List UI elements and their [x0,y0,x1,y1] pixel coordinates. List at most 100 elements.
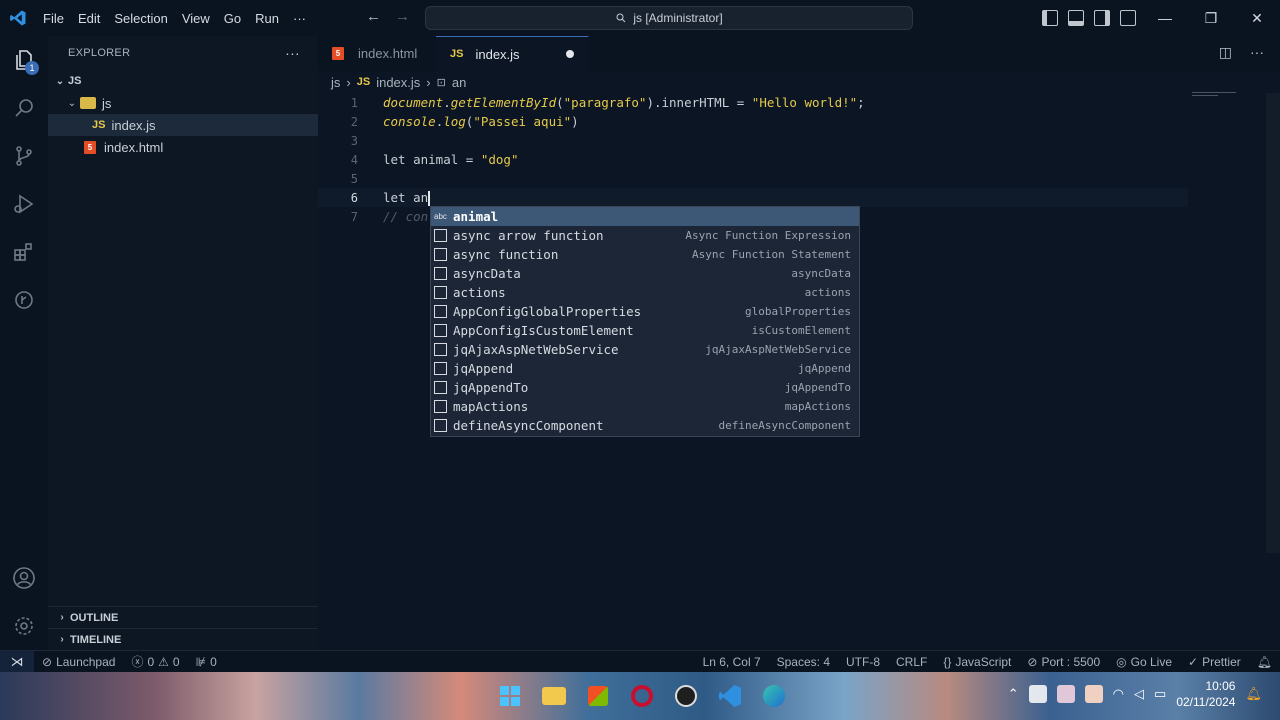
code-token: "Passei aqui" [473,114,572,129]
timeline-section[interactable]: › TIMELINE [48,628,318,650]
prettier[interactable]: ✓ Prettier [1180,655,1249,669]
text-cursor [428,190,431,206]
obs-icon[interactable] [670,680,702,712]
code-line[interactable]: 3 [318,131,1188,150]
suggestion-label: jqAjaxAspNetWebService [453,342,619,357]
breadcrumb-folder[interactable]: js [331,75,340,90]
ports-item[interactable]: ⊯ 0 [188,655,225,669]
code-line[interactable]: 6 let an [318,188,1188,207]
tab-index-html[interactable]: 5 index.html [318,36,436,71]
code-line[interactable]: 2 console.log("Passei aqui") [318,112,1188,131]
menu-view[interactable]: View [175,11,217,26]
menu-file[interactable]: File [36,11,71,26]
file-explorer-icon[interactable] [538,680,570,712]
encoding[interactable]: UTF-8 [838,655,888,669]
edge-icon[interactable] [758,680,790,712]
line-number: 6 [350,190,358,205]
suggestion-item[interactable]: jqAppend jqAppend [431,359,859,378]
run-debug-icon[interactable] [0,180,48,228]
explorer-icon[interactable]: 1 [0,36,48,84]
javascript-file-icon: JS [356,76,371,88]
menu-edit[interactable]: Edit [71,11,107,26]
tray-overflow-icon[interactable]: ⌃ [1008,686,1019,702]
source-control-icon[interactable] [0,132,48,180]
menu-go[interactable]: Go [217,11,248,26]
code-line[interactable]: 5 [318,169,1188,188]
vscode-taskbar-icon[interactable] [714,680,746,712]
end-of-line[interactable]: CRLF [888,655,935,669]
forward-arrow-icon[interactable]: → [395,8,410,25]
restore-button[interactable]: ❐ [1188,0,1234,36]
opera-icon[interactable] [626,680,658,712]
tab-index-js[interactable]: JS index.js [436,36,589,71]
snippet-icon [434,286,447,299]
vertical-scrollbar[interactable] [1266,93,1280,553]
command-center[interactable]: js [Administrator] [425,6,913,30]
slack-icon[interactable] [1056,685,1075,703]
wifi-icon[interactable]: ◠ [1113,686,1124,702]
notifications-bell-icon[interactable]: 🔔︎ [1249,655,1280,669]
menu-selection[interactable]: Selection [107,11,174,26]
suggestion-label: async function [453,247,559,262]
breadcrumb-symbol[interactable]: an [452,75,466,90]
launchpad-item[interactable]: ⊘ Launchpad [34,655,123,669]
volume-icon[interactable]: ◁ [1134,686,1144,702]
folder-js[interactable]: ⌄ js [48,92,318,114]
customize-layout-icon[interactable] [1120,10,1136,26]
code-line[interactable]: 1 document.getElementById("paragrafo").in… [318,93,1188,112]
breadcrumb-file[interactable]: index.js [376,75,420,90]
back-arrow-icon[interactable]: ← [366,8,381,25]
tab-index-html-label: index.html [358,46,418,61]
suggestion-item[interactable]: async arrow function Async Function Expre… [431,226,859,245]
suggestion-item[interactable]: actions actions [431,283,859,302]
suggestion-item[interactable]: asyncData asyncData [431,264,859,283]
tray-app-icon[interactable] [1084,685,1103,703]
close-button[interactable]: ✕ [1234,0,1280,36]
extensions-icon[interactable] [0,228,48,276]
problems-item[interactable]: ⓧ 0 ⚠ 0 [123,653,187,670]
toggle-secondary-sidebar-icon[interactable] [1094,10,1110,26]
account-icon[interactable] [0,554,48,602]
file-index-js[interactable]: JS index.js [48,114,318,136]
unsaved-dot-icon[interactable] [565,50,574,58]
more-actions-icon[interactable]: ··· [1250,44,1264,61]
minimap[interactable] [1192,92,1242,98]
file-index-html[interactable]: 5 index.html [48,136,318,158]
explorer-more-actions-icon[interactable]: ··· [285,45,300,61]
go-live[interactable]: ◎ Go Live [1108,655,1180,669]
suggestion-item[interactable]: async function Async Function Statement [431,245,859,264]
search-icon[interactable] [0,84,48,132]
indentation[interactable]: Spaces: 4 [769,655,838,669]
cursor-position[interactable]: Ln 6, Col 7 [695,655,769,669]
toggle-panel-icon[interactable] [1068,10,1084,26]
windows-start-icon[interactable] [494,680,526,712]
code-line[interactable]: 4 let animal = "dog" [318,150,1188,169]
suggestion-item[interactable]: jqAjaxAspNetWebService jqAjaxAspNetWebSer… [431,340,859,359]
toggle-primary-sidebar-icon[interactable] [1042,10,1058,26]
timeline-icon[interactable] [0,276,48,324]
remote-indicator-icon[interactable]: ⋊ [0,650,34,673]
code-text: let an [383,190,431,206]
menu-more[interactable]: ··· [286,11,313,26]
store-icon[interactable] [582,680,614,712]
live-server-port[interactable]: ⊘ Port : 5500 [1019,655,1108,669]
battery-icon[interactable]: ▭ [1154,686,1166,702]
settings-icon[interactable] [0,602,48,650]
suggestion-item[interactable]: mapActions mapActions [431,397,859,416]
suggestion-item[interactable]: AppConfigGlobalProperties globalPropertie… [431,302,859,321]
line-number: 4 [350,152,358,167]
notification-bell-icon[interactable]: 🔔︎ [1245,686,1262,702]
suggestion-item[interactable]: defineAsyncComponent defineAsyncComponent [431,416,859,435]
split-editor-icon[interactable]: ◫ [1219,44,1232,61]
workspace-root[interactable]: ⌄ JS [48,70,318,92]
outline-section[interactable]: › OUTLINE [48,606,318,628]
minimize-button[interactable]: — [1142,0,1188,36]
suggestion-item[interactable]: AppConfigIsCustomElement isCustomElement [431,321,859,340]
suggestion-item[interactable]: jqAppendTo jqAppendTo [431,378,859,397]
suggestion-item[interactable]: abc animal [431,207,859,226]
language-mode[interactable]: {} JavaScript [935,655,1019,669]
snippet-icon [434,248,447,261]
clock[interactable]: 10:06 02/11/2024 [1176,678,1235,710]
notion-icon[interactable] [1028,685,1047,703]
menu-run[interactable]: Run [248,11,286,26]
